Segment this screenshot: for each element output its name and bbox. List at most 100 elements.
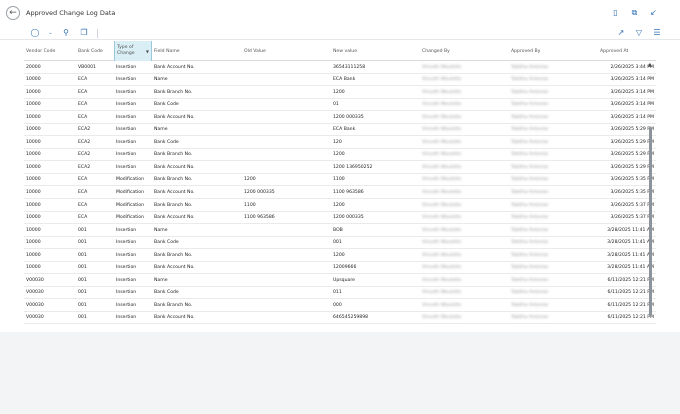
table-row[interactable]: 10000 ECA2 Insertion Name ECA Bank Vinceth Wo…	[24, 124, 656, 137]
table-row[interactable]: 10000 001 Insertion Name BOB Vinceth Woulette…	[24, 224, 656, 237]
table-row[interactable]: 10000 001 Insertion Bank Account No. 1200966…	[24, 262, 656, 275]
column-header-new-value[interactable]: New value	[331, 41, 420, 61]
table-row[interactable]: 10000 001 Insertion Bank Branch No. 1200 Vinc…	[24, 249, 656, 262]
table-row[interactable]: 10000 ECA Modification Bank Branch No. 1100 1…	[24, 199, 656, 212]
cell-changed-by: Vinceth Woulette	[422, 114, 462, 120]
cell-field-name: Bank Account No.	[154, 189, 195, 195]
column-header-bank-code[interactable]: Bank Code	[76, 41, 114, 61]
search-icon[interactable]: ⚲	[61, 28, 71, 38]
column-header-approved-at[interactable]: Approved At	[598, 41, 656, 61]
cell-field-name: Bank Account No.	[154, 315, 195, 321]
cell-field-name: Bank Account No.	[154, 164, 195, 170]
cell-field-name: Bank Branch No.	[154, 177, 193, 183]
cell-old-value	[242, 111, 331, 123]
cell-old-value	[242, 74, 331, 86]
share-icon[interactable]: ↗	[616, 28, 626, 38]
table-header: Vendor Code Bank Code Type of Change ▼ F…	[24, 41, 656, 61]
cell-type-of-change: Modification	[116, 215, 144, 221]
cell-old-value	[242, 274, 331, 286]
column-header-old-value[interactable]: Old Value	[242, 41, 331, 61]
table-row[interactable]: V00030 001 Insertion Name Upsquare Vinceth Wo…	[24, 274, 656, 287]
table-row[interactable]: 10000 ECA2 Insertion Bank Branch No. 1200 Vin…	[24, 149, 656, 162]
cell-approved-by: Tabitha Antoniar	[511, 127, 549, 133]
table-row[interactable]: 10000 ECA2 Insertion Bank Code 120 Vinceth Wo…	[24, 136, 656, 149]
cell-type-of-change: Insertion	[116, 89, 137, 95]
cell-field-name: Bank Code	[154, 102, 179, 108]
cell-vendor-code: 10000	[26, 202, 41, 208]
collapse-icon[interactable]: ↙	[649, 8, 658, 17]
cell-approved-at: 3/28/2025 11:41 AM	[607, 265, 654, 271]
column-header-approved-by[interactable]: Approved By	[509, 41, 598, 61]
cell-bank-code: ECA2	[78, 139, 91, 145]
cell-approved-by: Tabitha Antoniar	[511, 227, 549, 233]
cell-type-of-change: Insertion	[116, 102, 137, 108]
vertical-scrollbar[interactable]: ▲	[648, 62, 653, 327]
cell-type-of-change: Insertion	[116, 114, 137, 120]
cell-changed-by: Vinceth Woulette	[422, 215, 462, 221]
table-row[interactable]: 10000 ECA Modification Bank Account No. 1100…	[24, 212, 656, 225]
back-button[interactable]: ←	[6, 6, 20, 20]
filter-view-icon[interactable]: ◯	[30, 28, 40, 38]
table-row[interactable]: V00030 001 Insertion Bank Branch No. 000 Vinc…	[24, 299, 656, 312]
cell-new-value: Upsquare	[333, 277, 355, 283]
cell-approved-by: Tabitha Antoniar	[511, 139, 549, 145]
cell-vendor-code: 20000	[26, 64, 41, 70]
change-log-table: Vendor Code Bank Code Type of Change ▼ F…	[24, 41, 656, 325]
open-new-window-icon[interactable]: ⧉	[630, 8, 639, 17]
cell-old-value: 1100	[244, 202, 256, 208]
cell-new-value: 1200	[333, 202, 345, 208]
table-row[interactable]: 10000 ECA Modification Bank Branch No. 1200 1…	[24, 174, 656, 187]
column-header-field-name[interactable]: Field Name	[152, 41, 242, 61]
cell-bank-code: VB0001	[78, 64, 96, 70]
table-row[interactable]: 20000 VB0001 Insertion Bank Account No. 3654…	[24, 61, 656, 74]
table-row[interactable]: 10000 ECA Insertion Name ECA Bank Vinceth Wou…	[24, 74, 656, 87]
column-header-type-of-change[interactable]: Type of Change ▼	[114, 41, 152, 61]
cell-changed-by: Vinceth Woulette	[422, 277, 462, 283]
table-row[interactable]: 10000 ECA2 Insertion Bank Account No. 1200 1…	[24, 161, 656, 174]
cell-old-value	[242, 249, 331, 261]
cell-approved-at: 6/11/2025 12:21 PM	[607, 315, 654, 321]
cell-field-name: Bank Account No.	[154, 215, 195, 221]
column-header-vendor-code[interactable]: Vendor Code	[24, 41, 76, 61]
cell-type-of-change: Modification	[116, 202, 144, 208]
scroll-up-icon[interactable]: ▲	[648, 62, 652, 68]
cell-field-name: Name	[154, 227, 168, 233]
cell-bank-code: 001	[78, 277, 87, 283]
cell-new-value: 1200	[333, 89, 345, 95]
table-row[interactable]: 10000 ECA Modification Bank Account No. 1200…	[24, 186, 656, 200]
cell-changed-by: Vinceth Woulette	[422, 189, 462, 195]
table-row[interactable]: V00030 001 Insertion Bank Code 011 Vinceth Wo…	[24, 287, 656, 300]
cell-changed-by: Vinceth Woulette	[422, 265, 462, 271]
chevron-down-icon[interactable]: ⌄	[48, 28, 53, 38]
copy-icon[interactable]: ❐	[79, 28, 89, 38]
filter-icon[interactable]: ▽	[634, 28, 644, 38]
table-row[interactable]: 10000 ECA Insertion Bank Code 01 Vinceth Woul…	[24, 99, 656, 112]
cell-approved-at: 3/28/2025 11:41 AM	[607, 227, 654, 233]
cell-approved-at: 3/26/2025 5:37 PM	[610, 215, 654, 221]
bookmark-icon[interactable]: ▯	[611, 8, 620, 17]
cell-vendor-code: 10000	[26, 152, 41, 158]
cell-vendor-code: 10000	[26, 265, 41, 271]
cell-new-value: 1200	[333, 252, 345, 258]
cell-approved-by: Tabitha Antoniar	[511, 114, 549, 120]
table-row[interactable]: V00030 001 Insertion Bank Account No. 646545…	[24, 312, 656, 325]
scrollbar-thumb[interactable]	[649, 128, 652, 316]
cell-approved-at: 6/11/2025 12:21 PM	[607, 290, 654, 296]
table-row[interactable]: 10000 ECA Insertion Bank Account No. 1200 00…	[24, 111, 656, 124]
cell-bank-code: ECA	[78, 215, 88, 221]
cell-vendor-code: 10000	[26, 227, 41, 233]
cell-bank-code: ECA	[78, 114, 88, 120]
cell-old-value	[242, 299, 331, 311]
table-row[interactable]: 10000 ECA Insertion Bank Branch No. 1200 Vinc…	[24, 86, 656, 99]
column-header-changed-by[interactable]: Changed By	[420, 41, 509, 61]
table-row[interactable]: 10000 001 Insertion Bank Code 001 Vinceth Wou…	[24, 237, 656, 250]
chevron-down-icon[interactable]: ▼	[146, 49, 149, 55]
cell-old-value	[242, 124, 331, 136]
cell-new-value: 1200 000335	[333, 114, 364, 120]
cell-changed-by: Vinceth Woulette	[422, 139, 462, 145]
cell-approved-at: 3/26/2025 5:37 PM	[610, 202, 654, 208]
cell-bank-code: ECA2	[78, 152, 91, 158]
cell-approved-by: Tabitha Antoniar	[511, 215, 549, 221]
list-icon[interactable]: ☰	[652, 28, 662, 38]
action-bar: ◯ ⌄ ⚲ ❐ ↗ ▽ ☰	[0, 26, 680, 40]
